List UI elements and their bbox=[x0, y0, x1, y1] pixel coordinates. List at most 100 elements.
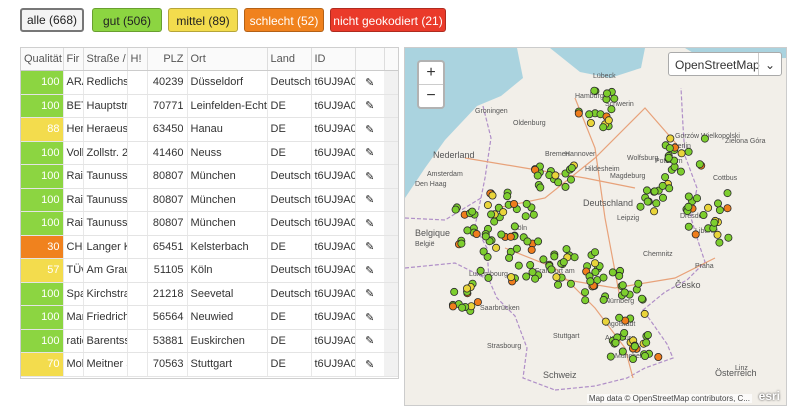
map-marker[interactable] bbox=[602, 89, 611, 98]
map-marker[interactable] bbox=[580, 288, 589, 297]
map-marker[interactable] bbox=[695, 160, 704, 169]
map-marker[interactable] bbox=[554, 178, 563, 187]
table-row[interactable]: 30CHCLanger Ko 65451KelsterbachDEt6UJ9A0C… bbox=[21, 235, 398, 259]
map-marker[interactable] bbox=[585, 110, 594, 119]
zoom-out-button[interactable]: − bbox=[419, 84, 443, 107]
column-header-qualitaet[interactable]: Qualität bbox=[21, 48, 64, 71]
map-marker[interactable] bbox=[522, 272, 531, 281]
pencil-icon[interactable]: ✎ bbox=[355, 141, 384, 165]
map-marker[interactable] bbox=[620, 288, 629, 297]
map-marker[interactable] bbox=[550, 252, 559, 261]
map-marker[interactable] bbox=[451, 205, 460, 214]
pencil-icon[interactable]: ✎ bbox=[355, 235, 384, 259]
map-marker[interactable] bbox=[666, 134, 675, 143]
map-marker[interactable] bbox=[640, 309, 649, 318]
filter-button-nicht-geokodiert[interactable]: nicht geokodiert (21) bbox=[330, 8, 446, 32]
map-marker[interactable] bbox=[526, 260, 535, 269]
map-marker[interactable] bbox=[551, 171, 560, 180]
map-marker[interactable] bbox=[634, 279, 643, 288]
map-marker[interactable] bbox=[650, 187, 659, 196]
map-marker[interactable] bbox=[479, 247, 488, 256]
pencil-icon[interactable]: ✎ bbox=[355, 70, 384, 95]
map-marker[interactable] bbox=[599, 295, 608, 304]
pencil-icon[interactable]: ✎ bbox=[355, 117, 384, 142]
map-marker[interactable] bbox=[642, 186, 651, 195]
map-marker[interactable] bbox=[527, 245, 536, 254]
map-marker[interactable] bbox=[553, 280, 562, 289]
map-marker[interactable] bbox=[505, 253, 514, 262]
map-marker[interactable] bbox=[601, 317, 610, 326]
map-marker[interactable] bbox=[684, 147, 693, 156]
map-marker[interactable] bbox=[604, 116, 613, 125]
map-marker[interactable] bbox=[608, 268, 617, 277]
map-marker[interactable] bbox=[507, 273, 516, 282]
map-marker[interactable] bbox=[654, 352, 663, 361]
map-marker[interactable] bbox=[533, 171, 542, 180]
map-marker[interactable] bbox=[566, 279, 575, 288]
chevron-down-icon[interactable]: ⌄ bbox=[758, 53, 781, 75]
map-marker[interactable] bbox=[567, 164, 576, 173]
map-marker[interactable] bbox=[539, 255, 548, 264]
map-marker[interactable] bbox=[590, 259, 599, 268]
map-marker[interactable] bbox=[562, 245, 571, 254]
map-marker[interactable] bbox=[523, 237, 532, 246]
map-marker[interactable] bbox=[628, 354, 637, 363]
map-marker[interactable] bbox=[661, 173, 670, 182]
map-marker[interactable] bbox=[559, 258, 568, 267]
map-marker[interactable] bbox=[450, 287, 459, 296]
table-row[interactable]: 88HerHeraeusst 63450HanauDEt6UJ9A0C✎ bbox=[21, 117, 398, 142]
map-marker[interactable] bbox=[618, 347, 627, 356]
map-marker[interactable] bbox=[552, 273, 561, 282]
map-marker[interactable] bbox=[618, 281, 627, 290]
map-marker[interactable] bbox=[586, 277, 595, 286]
map-marker[interactable] bbox=[476, 266, 485, 275]
map-marker[interactable] bbox=[581, 296, 590, 305]
map-marker[interactable] bbox=[607, 105, 616, 114]
map-marker[interactable] bbox=[723, 189, 732, 198]
map-marker[interactable] bbox=[512, 244, 521, 253]
map-view[interactable]: Groningen Oldenburg Hamburg Lübeck Schwerin N… bbox=[404, 47, 787, 406]
map-marker[interactable] bbox=[574, 109, 583, 118]
map-marker[interactable] bbox=[676, 167, 685, 176]
map-marker[interactable] bbox=[599, 273, 608, 282]
zoom-in-button[interactable]: + bbox=[419, 62, 443, 84]
table-row[interactable]: 70MobMeitner St 70563StuttgartDEt6UJ9A0C✎ bbox=[21, 352, 398, 377]
map-marker[interactable] bbox=[658, 181, 667, 190]
map-marker[interactable] bbox=[536, 183, 545, 192]
map-marker[interactable] bbox=[643, 330, 652, 339]
map-marker[interactable] bbox=[637, 294, 646, 303]
map-marker[interactable] bbox=[606, 352, 615, 361]
pencil-icon[interactable]: ✎ bbox=[355, 352, 384, 377]
map-marker[interactable] bbox=[715, 206, 724, 215]
map-marker[interactable] bbox=[506, 232, 515, 241]
table-row[interactable]: 100BETHauptstra 70771Leinfelden-EchterdiD… bbox=[21, 94, 398, 118]
map-marker[interactable] bbox=[449, 302, 458, 311]
map-marker[interactable] bbox=[713, 199, 722, 208]
map-marker[interactable] bbox=[468, 207, 477, 216]
column-header-strasse[interactable]: Straße / S bbox=[83, 48, 128, 71]
map-marker[interactable] bbox=[586, 119, 595, 128]
pencil-icon[interactable]: ✎ bbox=[355, 94, 384, 118]
map-marker[interactable] bbox=[472, 229, 481, 238]
map-marker[interactable] bbox=[457, 239, 466, 248]
map-marker[interactable] bbox=[463, 226, 472, 235]
map-marker[interactable] bbox=[521, 212, 530, 221]
map-marker[interactable] bbox=[463, 284, 472, 293]
column-header-firma[interactable]: Fir bbox=[63, 48, 84, 71]
table-row[interactable]: 100VolkZollstr. 2 41460NeussDEt6UJ9A0C✎ bbox=[21, 141, 398, 165]
map-marker[interactable] bbox=[484, 273, 493, 282]
map-marker[interactable] bbox=[534, 237, 543, 246]
map-marker[interactable] bbox=[487, 210, 496, 219]
map-marker[interactable] bbox=[510, 199, 519, 208]
map-marker[interactable] bbox=[499, 208, 508, 217]
map-marker[interactable] bbox=[684, 202, 693, 211]
map-marker[interactable] bbox=[528, 268, 537, 277]
filter-button-alle[interactable]: alle (668) bbox=[20, 8, 84, 32]
map-marker[interactable] bbox=[650, 207, 659, 216]
column-header-land[interactable]: Land bbox=[267, 48, 312, 71]
map-marker[interactable] bbox=[700, 134, 709, 143]
map-marker[interactable] bbox=[599, 123, 608, 132]
map-marker[interactable] bbox=[514, 261, 523, 270]
map-marker[interactable] bbox=[492, 243, 501, 252]
map-marker[interactable] bbox=[704, 203, 713, 212]
